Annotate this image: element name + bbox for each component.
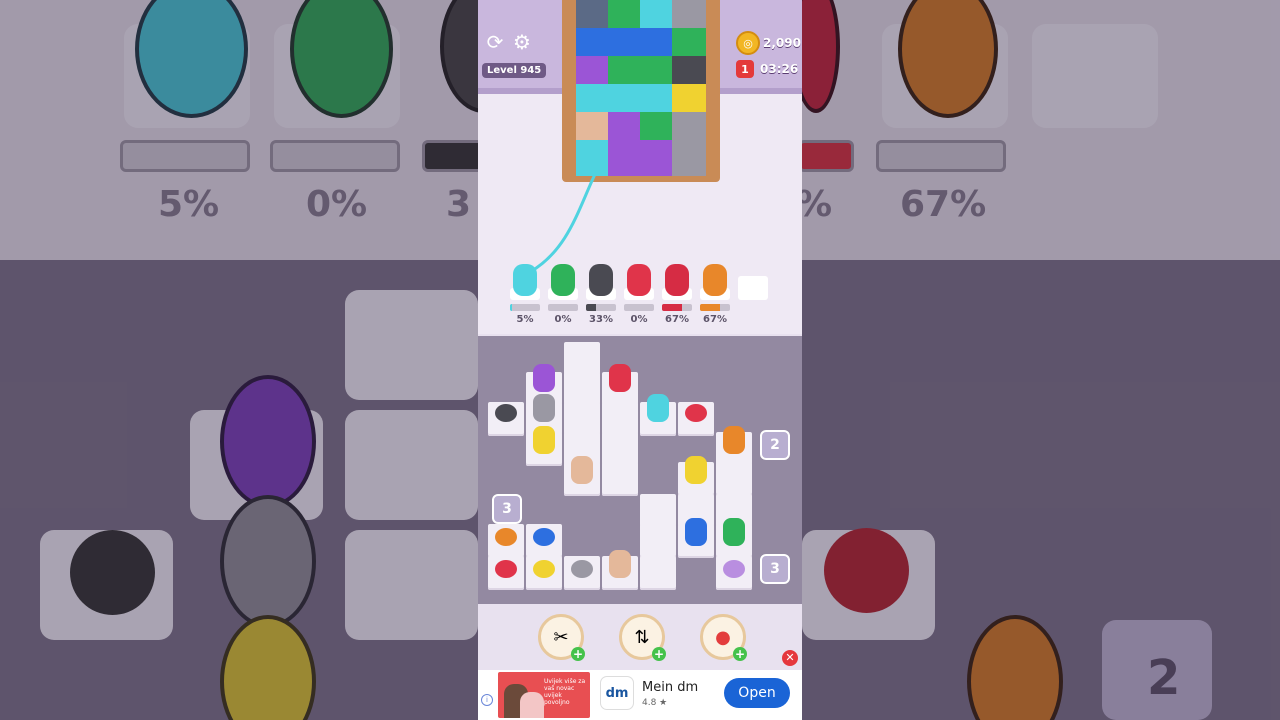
board-cell: [602, 432, 638, 466]
add-icon: +: [652, 647, 666, 661]
balloon-glyph: ●: [715, 626, 731, 648]
left-dimmer: [0, 0, 478, 720]
board-cell: [602, 462, 638, 496]
close-ad-icon[interactable]: ✕: [782, 650, 798, 666]
slot-progress-bar: [662, 304, 692, 311]
board-cell: [602, 402, 638, 436]
collected-spool: [551, 264, 575, 296]
board-cell: [640, 524, 676, 558]
ad-app-name: Mein dm: [642, 680, 699, 695]
spool-yellow[interactable]: [685, 456, 707, 484]
coin-icon: ◎: [736, 31, 760, 55]
collected-spool: [589, 264, 613, 296]
board-cell: [640, 556, 676, 590]
spool-blue[interactable]: [533, 528, 555, 546]
coin-counter[interactable]: ◎ 2,090: [736, 31, 801, 55]
collected-spool: [665, 264, 689, 296]
heart-icon: 1: [736, 60, 754, 78]
board-cell: [564, 342, 600, 376]
spool-cyan[interactable]: [647, 394, 669, 422]
board-cell: [640, 494, 676, 528]
spool-red[interactable]: [609, 364, 631, 392]
collected-spool: [703, 264, 727, 296]
spool-orange[interactable]: [723, 426, 745, 454]
add-icon: +: [733, 647, 747, 661]
board-cell: [564, 372, 600, 406]
slot-spool: [624, 264, 654, 300]
slot-percent: 0%: [554, 314, 572, 325]
right-backdrop: % 67% 2: [802, 0, 1280, 720]
ad-banner[interactable]: i Uvijek više za vaš novac uvijek povolj…: [478, 670, 802, 720]
slot-spool: [548, 264, 578, 300]
lives-counter[interactable]: 1 03:26: [736, 60, 798, 78]
board-cell: [716, 462, 752, 496]
ad-rating: 4.8 ★: [642, 698, 668, 708]
spool-swap-icon[interactable]: ⇅ +: [619, 614, 666, 661]
spool-lilac[interactable]: [723, 560, 745, 578]
slot-progress-fill: [662, 304, 683, 311]
game-board: 2 3 3: [478, 336, 802, 604]
tunnel-count-2[interactable]: 2: [760, 430, 790, 460]
slot-percent: 5%: [516, 314, 534, 325]
slot-percent: 33%: [589, 314, 613, 325]
slot-percent: 67%: [665, 314, 689, 325]
spool-yellow[interactable]: [533, 560, 555, 578]
restart-icon[interactable]: ⟳: [484, 30, 506, 54]
slot-progress-bar: [624, 304, 654, 311]
timer: 03:26: [760, 62, 799, 76]
gear-icon[interactable]: ⚙: [511, 30, 533, 54]
slot-percent: 67%: [703, 314, 727, 325]
level-label: Level 945: [482, 63, 547, 78]
spool-yellow[interactable]: [533, 426, 555, 454]
spool-red[interactable]: [685, 404, 707, 422]
open-button[interactable]: Open: [724, 678, 790, 708]
spool-swap-glyph: ⇅: [634, 626, 650, 648]
spool-purple[interactable]: [533, 364, 555, 392]
slot-spool: [662, 264, 692, 300]
game-screen: ⟳ ⚙ Level 945 ◎ 2,090 1 03:26 5% 0% 33% 0% 6…: [478, 0, 802, 720]
slot-spool: [700, 264, 730, 300]
spool-tan[interactable]: [571, 456, 593, 484]
ad-image[interactable]: Uvijek više za vaš novac uvijek povoljno: [498, 672, 590, 718]
balloon-icon[interactable]: ● +: [700, 614, 747, 661]
add-icon: +: [571, 647, 585, 661]
slot-base: [738, 276, 768, 300]
spool-orange[interactable]: [495, 528, 517, 546]
scissors-icon[interactable]: ✂ +: [538, 614, 585, 661]
dm-logo: dm: [600, 676, 634, 710]
right-dimmer: [802, 0, 1280, 720]
slot-percent: 0%: [630, 314, 648, 325]
coin-count: 2,090: [763, 36, 801, 50]
ad-image-text: Uvijek više za vaš novac uvijek povoljno: [544, 678, 586, 706]
left-backdrop: 5% 0% 3: [0, 0, 478, 720]
slot-progress-bar: [700, 304, 730, 311]
spool-tan[interactable]: [609, 550, 631, 578]
spool-green[interactable]: [723, 518, 745, 546]
scissors-glyph: ✂: [553, 626, 569, 648]
empty-slot: [738, 264, 768, 300]
slot-progress-fill: [510, 304, 512, 311]
tunnel-count-3[interactable]: 3: [492, 494, 522, 524]
spool-dark[interactable]: [495, 404, 517, 422]
slot-progress-bar: [548, 304, 578, 311]
spool-gray[interactable]: [571, 560, 593, 578]
info-icon[interactable]: i: [481, 694, 493, 706]
slot-spool: [586, 264, 616, 300]
board-cell: [564, 402, 600, 436]
spool-red[interactable]: [495, 560, 517, 578]
spool-blue[interactable]: [685, 518, 707, 546]
slot-progress-bar: [586, 304, 616, 311]
spool-gray[interactable]: [533, 394, 555, 422]
slot-spool: [510, 264, 540, 300]
collected-spool: [513, 264, 537, 296]
slot-progress-fill: [586, 304, 596, 311]
ad-person: [520, 692, 544, 718]
collected-spool: [627, 264, 651, 296]
slot-progress-bar: [510, 304, 540, 311]
slot-progress-fill: [700, 304, 721, 311]
tunnel-count-3b[interactable]: 3: [760, 554, 790, 584]
